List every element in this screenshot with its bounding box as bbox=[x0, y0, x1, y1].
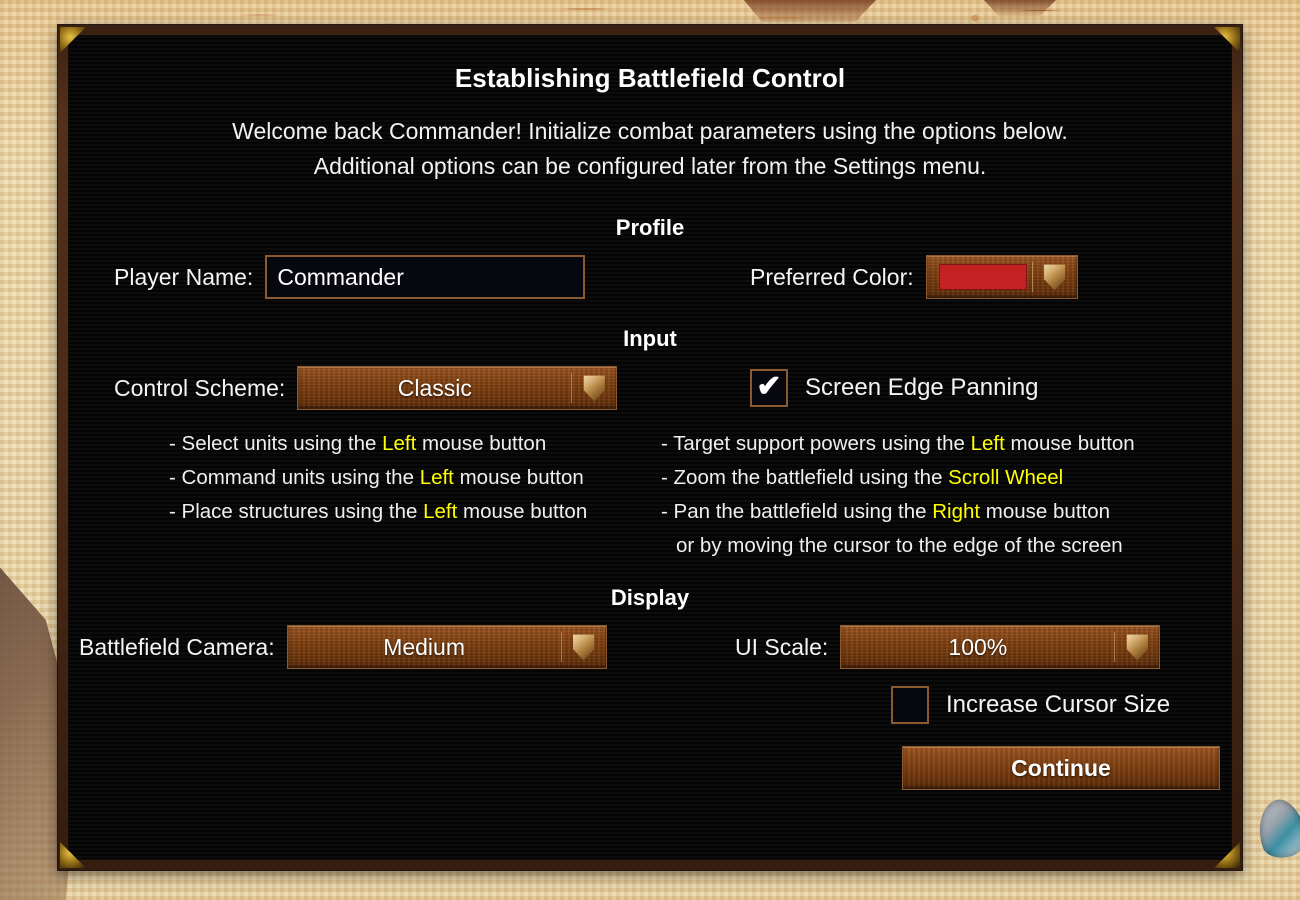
hint-item: - Target support powers using the Left m… bbox=[661, 427, 1231, 461]
ui-scale-dropdown[interactable]: 100% bbox=[840, 625, 1161, 669]
hint-item: - Command units using the Left mouse but… bbox=[169, 461, 650, 495]
section-header-profile: Profile bbox=[615, 215, 685, 240]
screen-edge-panning-checkbox[interactable]: ✔ bbox=[750, 369, 788, 407]
player-name-label: Player Name: bbox=[114, 263, 254, 290]
battlefield-camera-dropdown-arrow[interactable] bbox=[562, 634, 606, 661]
dialog-content: Establishing Battlefield Control Welcome… bbox=[68, 35, 1232, 860]
hint-keyword: Left bbox=[423, 500, 458, 523]
cursor-size-row: ✔ Increase Cursor Size bbox=[69, 686, 1231, 724]
hint-text: - Zoom the battlefield using the bbox=[661, 466, 949, 489]
profile-row: Player Name: Preferred Color: bbox=[69, 255, 1231, 299]
hint-keyword: Left bbox=[970, 432, 1005, 455]
control-scheme-dropdown-arrow[interactable] bbox=[572, 375, 616, 402]
hint-item: - Select units using the Left mouse butt… bbox=[169, 427, 650, 461]
battlefield-camera-label: Battlefield Camera: bbox=[79, 633, 275, 660]
shield-chevron-icon bbox=[1044, 264, 1066, 291]
preferred-color-dropdown[interactable] bbox=[925, 255, 1078, 299]
battlefield-camera-dropdown[interactable]: Medium bbox=[286, 625, 607, 669]
hint-text: - Place structures using the bbox=[169, 500, 424, 523]
section-header-input: Input bbox=[623, 326, 677, 351]
dialog-title: Establishing Battlefield Control bbox=[454, 63, 846, 93]
player-name-group: Player Name: bbox=[69, 255, 650, 299]
hint-text: mouse button bbox=[416, 432, 547, 455]
ui-scale-group: UI Scale: 100% bbox=[650, 625, 1231, 669]
hint-text: - Target support powers using the bbox=[661, 432, 971, 455]
hint-keyword: Left bbox=[382, 432, 417, 455]
rock-decoration-top-right bbox=[984, 0, 1056, 16]
section-header-display: Display bbox=[610, 585, 690, 610]
ui-scale-label: UI Scale: bbox=[735, 633, 829, 660]
input-row: Control Scheme: Classic ✔ Screen Edge Pa… bbox=[69, 366, 1231, 410]
screen-edge-panning-group: ✔ Screen Edge Panning bbox=[650, 369, 1231, 407]
screen-edge-panning-row[interactable]: ✔ Screen Edge Panning bbox=[750, 369, 1039, 407]
hint-text: mouse button bbox=[453, 466, 584, 489]
increase-cursor-size-row[interactable]: ✔ Increase Cursor Size bbox=[891, 686, 1170, 724]
shield-chevron-icon bbox=[583, 375, 605, 402]
ui-scale-dropdown-arrow[interactable] bbox=[1115, 634, 1159, 661]
control-scheme-dropdown[interactable]: Classic bbox=[297, 366, 618, 410]
battlefield-camera-value: Medium bbox=[383, 633, 465, 660]
control-scheme-label: Control Scheme: bbox=[114, 374, 286, 401]
player-name-input[interactable] bbox=[265, 255, 586, 299]
continue-button[interactable]: Continue bbox=[902, 746, 1220, 790]
input-hints: - Select units using the Left mouse butt… bbox=[69, 427, 1231, 563]
increase-cursor-size-checkbox[interactable]: ✔ bbox=[891, 686, 929, 724]
display-row: Battlefield Camera: Medium UI Scale: 100… bbox=[69, 625, 1231, 669]
control-scheme-group: Control Scheme: Classic bbox=[69, 366, 650, 410]
hint-item: or by moving the cursor to the edge of t… bbox=[676, 534, 1123, 557]
preferred-color-group: Preferred Color: bbox=[650, 255, 1231, 299]
hint-item: - Pan the battlefield using the Right mo… bbox=[661, 495, 1231, 529]
shield-chevron-icon bbox=[1126, 634, 1148, 661]
preferred-color-swatch bbox=[938, 264, 1027, 290]
continue-button-area: Continue bbox=[69, 746, 1231, 790]
shield-chevron-icon bbox=[573, 634, 595, 661]
hint-text: - Command units using the bbox=[169, 466, 420, 489]
screen-edge-panning-label: Screen Edge Panning bbox=[805, 374, 1039, 401]
hint-keyword: Left bbox=[419, 466, 454, 489]
ui-scale-value: 100% bbox=[948, 633, 1008, 660]
dialog-welcome-text: Welcome back Commander! Initialize comba… bbox=[232, 118, 1068, 179]
hint-item: - Zoom the battlefield using the Scroll … bbox=[661, 461, 1231, 495]
control-scheme-value: Classic bbox=[397, 374, 472, 401]
rock-decoration-top bbox=[744, 0, 876, 22]
hint-keyword: Scroll Wheel bbox=[948, 466, 1064, 489]
input-hints-left: - Select units using the Left mouse butt… bbox=[69, 427, 650, 563]
increase-cursor-size-label: Increase Cursor Size bbox=[946, 691, 1171, 718]
hint-item: - Place structures using the Left mouse … bbox=[169, 495, 650, 529]
checkmark-icon: ✔ bbox=[756, 369, 782, 403]
edge-prop-decoration bbox=[1250, 794, 1300, 864]
preferred-color-dropdown-arrow[interactable] bbox=[1033, 264, 1077, 291]
hint-text: mouse button bbox=[457, 500, 588, 523]
battlefield-camera-group: Battlefield Camera: Medium bbox=[69, 625, 650, 669]
hint-text: - Select units using the bbox=[169, 432, 383, 455]
hint-text: mouse button bbox=[980, 500, 1111, 523]
hint-keyword: Right bbox=[932, 500, 981, 523]
hint-text: - Pan the battlefield using the bbox=[661, 500, 933, 523]
input-hints-right: - Target support powers using the Left m… bbox=[650, 427, 1231, 563]
hint-text: mouse button bbox=[1004, 432, 1135, 455]
preferred-color-label: Preferred Color: bbox=[750, 263, 914, 290]
setup-dialog-panel: Establishing Battlefield Control Welcome… bbox=[58, 25, 1242, 870]
